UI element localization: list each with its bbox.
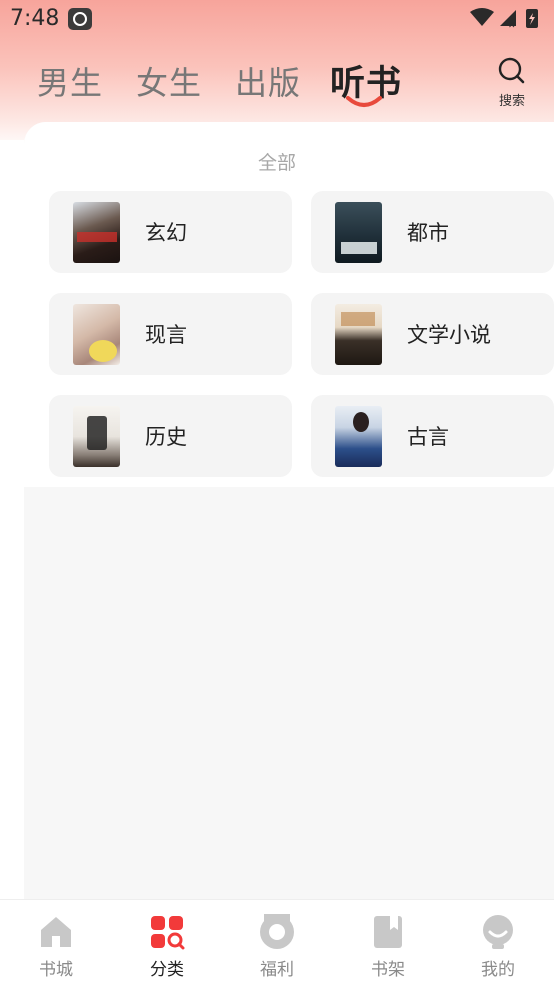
home-icon [41, 917, 71, 947]
top-tab-bar: 男生 女生 出版 听书 [0, 52, 554, 112]
category-icon [151, 916, 185, 950]
tab-female[interactable]: 女生 [136, 58, 202, 104]
nav-welfare[interactable]: 福利 [222, 900, 332, 985]
svg-text:✕: ✕ [508, 21, 516, 30]
book-cover-image [335, 304, 382, 365]
wifi-icon [470, 8, 494, 26]
category-label: 古言 [407, 425, 449, 449]
nav-label: 书城 [39, 960, 73, 980]
bookshelf-icon [374, 916, 402, 948]
book-cover-image [335, 406, 382, 467]
category-label: 文学小说 [407, 323, 491, 347]
category-card-guyan[interactable]: 古言 [311, 395, 554, 477]
category-label: 都市 [407, 221, 449, 245]
category-card-history[interactable]: 历史 [49, 395, 292, 477]
bottom-navigation: 书城 分类 福利 书架 我的 [0, 899, 554, 985]
nav-category[interactable]: 分类 [112, 900, 222, 985]
app-screen: 7:48 ✕ 男生 女生 出版 听书 搜索 全部 玄幻 都市 现言 文学小说 历… [0, 0, 554, 985]
book-cover-image [335, 202, 382, 263]
category-card-xianyan[interactable]: 现言 [49, 293, 292, 375]
category-label: 历史 [145, 425, 187, 449]
section-title: 全部 [257, 152, 296, 174]
tab-active-indicator [346, 96, 382, 107]
nav-bookshelf[interactable]: 书架 [333, 900, 443, 985]
nav-bookstore[interactable]: 书城 [1, 900, 111, 985]
search-label: 搜索 [498, 94, 525, 109]
search-icon [498, 57, 525, 84]
panel-left-strip [0, 140, 24, 900]
gift-icon [260, 914, 294, 949]
category-card-literature[interactable]: 文学小说 [311, 293, 554, 375]
book-cover-image [73, 304, 120, 365]
nav-label: 书架 [371, 960, 405, 980]
nav-label: 福利 [260, 960, 294, 980]
status-icons: ✕ [470, 8, 538, 30]
status-time: 7:48 [10, 6, 60, 31]
book-cover-image [73, 202, 120, 263]
nav-profile[interactable]: 我的 [443, 900, 553, 985]
book-cover-image [73, 406, 120, 467]
tab-published[interactable]: 出版 [235, 58, 301, 104]
nav-label: 我的 [481, 960, 515, 980]
category-label: 现言 [145, 323, 187, 347]
search-button[interactable]: 搜索 [494, 56, 530, 112]
tab-male[interactable]: 男生 [37, 58, 103, 104]
nav-label: 分类 [150, 960, 184, 980]
profile-icon [483, 915, 513, 949]
category-card-dushi[interactable]: 都市 [311, 191, 554, 273]
app-notification-icon [68, 8, 92, 30]
category-card-xuanhuan[interactable]: 玄幻 [49, 191, 292, 273]
category-label: 玄幻 [145, 221, 187, 245]
status-bar: 7:48 ✕ [0, 0, 554, 38]
